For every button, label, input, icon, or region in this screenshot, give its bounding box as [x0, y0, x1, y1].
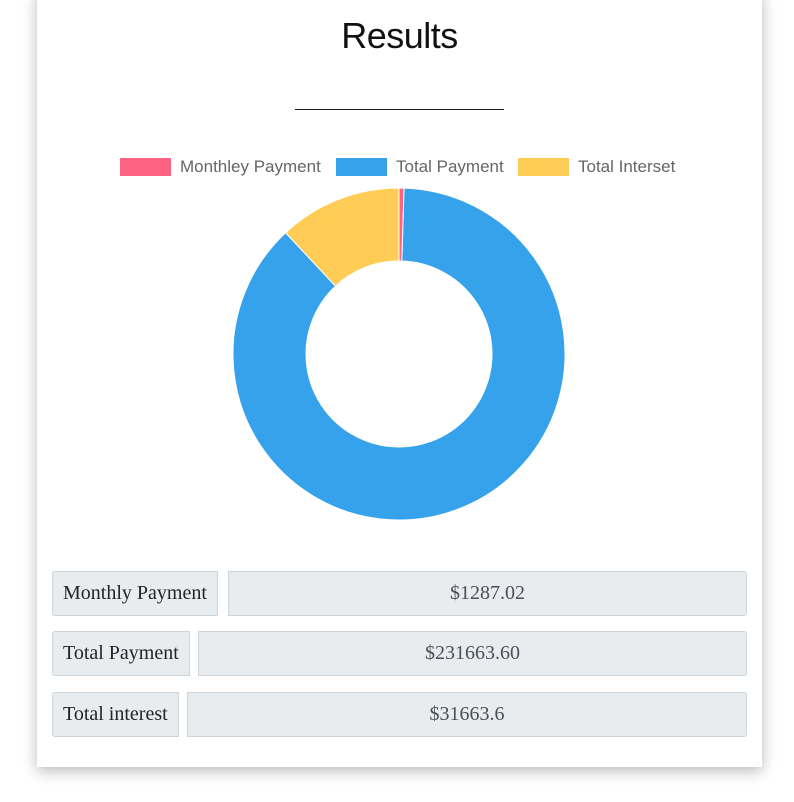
- title-divider: [295, 109, 504, 110]
- result-row-monthly-payment: Monthly Payment $1287.02: [52, 571, 747, 616]
- results-card: Results Monthley Payment Total Payment T…: [37, 0, 762, 767]
- result-row-total-interest: Total interest $31663.6: [52, 692, 747, 737]
- result-row-total-payment: Total Payment $231663.60: [52, 631, 747, 676]
- legend-swatch-monthly-payment: [120, 158, 171, 176]
- result-label-monthly-payment: Monthly Payment: [52, 571, 218, 616]
- legend-label-total-interest: Total Interset: [578, 157, 676, 176]
- result-value-total-payment[interactable]: $231663.60: [198, 631, 747, 676]
- doughnut-chart: [232, 187, 566, 521]
- result-label-total-interest: Total interest: [52, 692, 179, 737]
- legend-swatch-total-payment: [336, 158, 387, 176]
- legend-label-monthly-payment: Monthley Payment: [180, 157, 321, 176]
- result-value-total-interest[interactable]: $31663.6: [187, 692, 747, 737]
- result-value-monthly-payment[interactable]: $1287.02: [228, 571, 747, 616]
- legend-label-total-payment: Total Payment: [396, 157, 504, 176]
- legend-swatch-total-interest: [518, 158, 569, 176]
- results-title: Results: [341, 15, 458, 56]
- result-label-total-payment: Total Payment: [52, 631, 190, 676]
- doughnut-chart-svg: [232, 187, 566, 521]
- chart-legend: Monthley Payment Total Payment Total Int…: [37, 156, 762, 178]
